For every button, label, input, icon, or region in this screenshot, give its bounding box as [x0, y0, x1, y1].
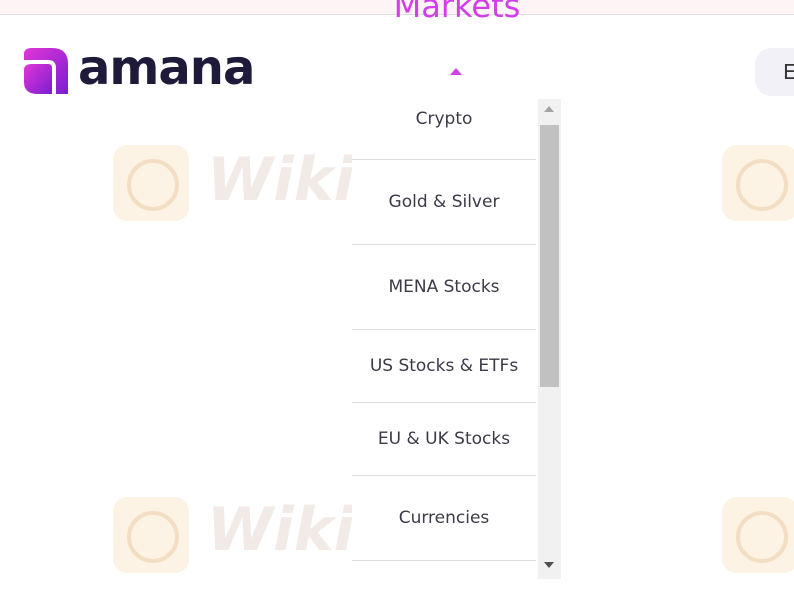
amana-logo-icon: [24, 48, 68, 94]
menu-item-eu-uk-stocks[interactable]: EU & UK Stocks: [352, 403, 536, 476]
menu-item-mena-stocks[interactable]: MENA Stocks: [352, 245, 536, 330]
menu-item-crypto[interactable]: Crypto: [352, 99, 536, 160]
menu-item-label: Currencies: [398, 508, 490, 528]
language-selector[interactable]: E: [755, 48, 794, 96]
menu-item-gold-silver[interactable]: Gold & Silver: [352, 160, 536, 245]
language-label: E: [783, 60, 794, 84]
menu-item-label: US Stocks & ETFs: [369, 356, 519, 376]
watermark-logo-icon: [113, 145, 189, 221]
menu-item-label: Crypto: [415, 109, 473, 129]
menu-item-label: Gold & Silver: [388, 192, 500, 212]
menu-item-currencies[interactable]: Currencies: [352, 476, 536, 561]
menu-item-label: EU & UK Stocks: [377, 429, 511, 449]
nav-item-markets[interactable]: Markets: [376, 0, 538, 26]
watermark-logo-icon: [113, 497, 189, 573]
markets-dropdown[interactable]: Crypto Gold & Silver MENA Stocks US Stoc…: [352, 99, 561, 579]
caret-up-icon: [450, 68, 462, 75]
scroll-down-arrow-icon[interactable]: [544, 562, 554, 568]
scroll-up-arrow-icon[interactable]: [544, 106, 554, 112]
markets-menu-list: Crypto Gold & Silver MENA Stocks US Stoc…: [352, 99, 536, 579]
menu-item-label: MENA Stocks: [388, 277, 500, 297]
menu-item-more[interactable]: [352, 561, 536, 579]
watermark-logo-icon: [722, 497, 794, 573]
dropdown-scrollbar[interactable]: [538, 99, 561, 579]
brand-name: amana: [78, 40, 255, 96]
watermark-logo-icon: [722, 145, 794, 221]
menu-item-us-stocks-etfs[interactable]: US Stocks & ETFs: [352, 330, 536, 403]
scrollbar-thumb[interactable]: [540, 125, 559, 387]
brand-logo[interactable]: amana: [20, 40, 255, 96]
page: amana Markets E WikiFX WikiFX Crypto Gol…: [0, 0, 794, 596]
